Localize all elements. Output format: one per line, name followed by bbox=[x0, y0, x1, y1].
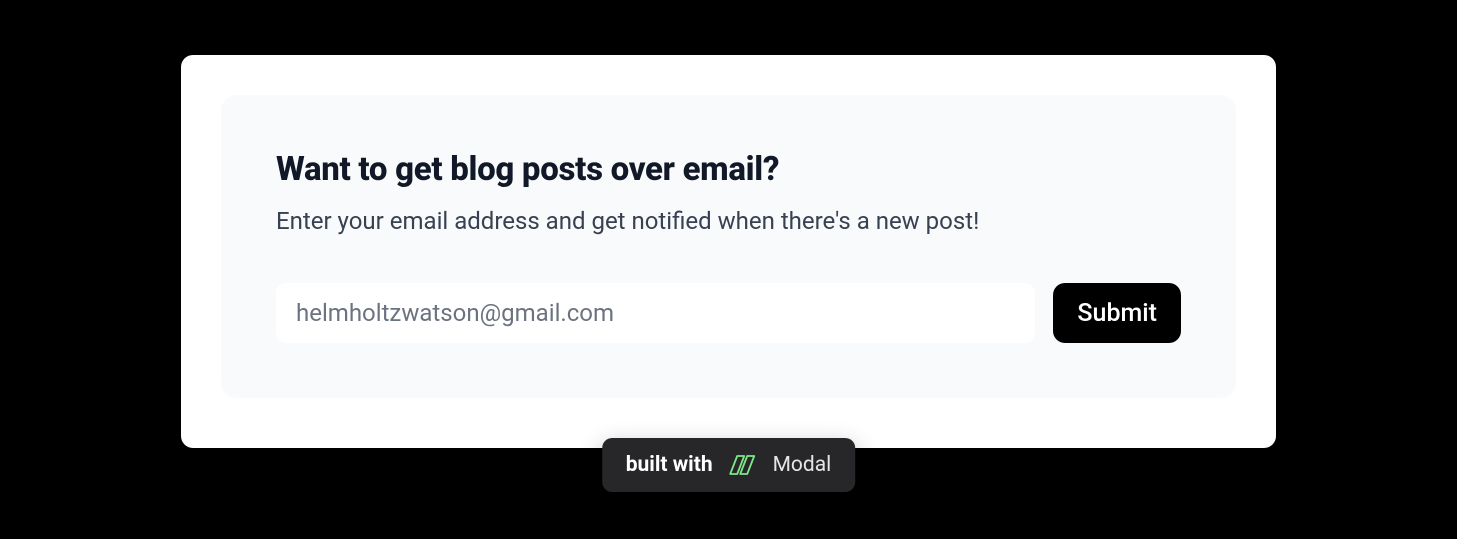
submit-button[interactable]: Submit bbox=[1053, 283, 1181, 343]
built-with-text: built with bbox=[626, 453, 713, 477]
signup-panel: Want to get blog posts over email? Enter… bbox=[221, 95, 1236, 398]
brand-name: Modal bbox=[773, 453, 832, 477]
signup-form-row: Submit bbox=[276, 283, 1181, 343]
signup-card: Want to get blog posts over email? Enter… bbox=[181, 55, 1276, 448]
built-with-badge[interactable]: built with Modal bbox=[602, 438, 856, 492]
signup-heading: Want to get blog posts over email? bbox=[276, 150, 1181, 189]
signup-subheading: Enter your email address and get notifie… bbox=[276, 207, 1181, 235]
modal-logo-icon bbox=[725, 452, 761, 478]
email-input[interactable] bbox=[276, 283, 1035, 343]
